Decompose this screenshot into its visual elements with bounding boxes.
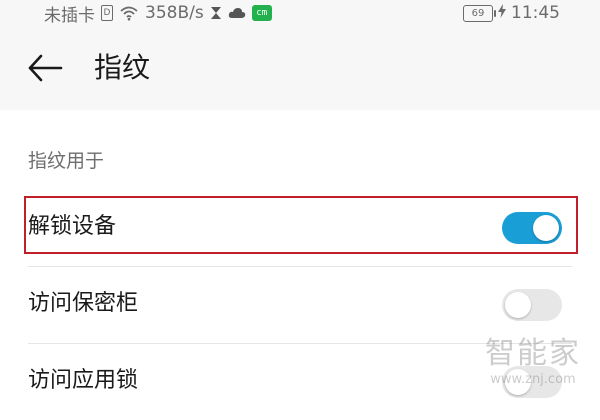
setting-row-access-safe[interactable]: 访问保密柜 [0, 267, 600, 343]
toolbar: 指纹 [0, 26, 600, 110]
carrier-label: 未插卡 [44, 5, 95, 26]
unlock-device-toggle[interactable] [502, 212, 562, 244]
app-lock-toggle[interactable] [502, 366, 562, 398]
setting-label: 访问保密柜 [28, 291, 139, 316]
clock: 11:45 [511, 3, 560, 23]
page-title: 指纹 [94, 51, 151, 84]
status-left: 未插卡 D 358B/s cm [44, 1, 272, 26]
toggle-knob [533, 215, 559, 241]
battery-icon: 69 [463, 4, 496, 22]
network-speed: 358B/s [145, 3, 204, 23]
status-bar: 未插卡 D 358B/s cm 69 11:45 [0, 0, 600, 26]
toggle-knob [505, 369, 531, 395]
cloud-icon [228, 7, 246, 19]
charging-icon [498, 3, 506, 23]
setting-label: 访问应用锁 [28, 368, 139, 393]
wifi-icon [119, 5, 139, 21]
setting-label: 解锁设备 [28, 214, 117, 239]
app-notification-icon: cm [251, 5, 272, 21]
toggle-knob [505, 292, 531, 318]
access-safe-toggle[interactable] [502, 289, 562, 321]
hourglass-icon [210, 6, 222, 20]
section-header: 指纹用于 [28, 150, 105, 172]
setting-row-app-lock[interactable]: 访问应用锁 [0, 344, 600, 420]
back-button[interactable] [28, 54, 64, 82]
back-arrow-icon [28, 54, 63, 82]
status-right: 69 11:45 [463, 1, 560, 25]
sim-card-icon: D [101, 5, 113, 21]
setting-row-unlock-device[interactable]: 解锁设备 [0, 190, 600, 266]
